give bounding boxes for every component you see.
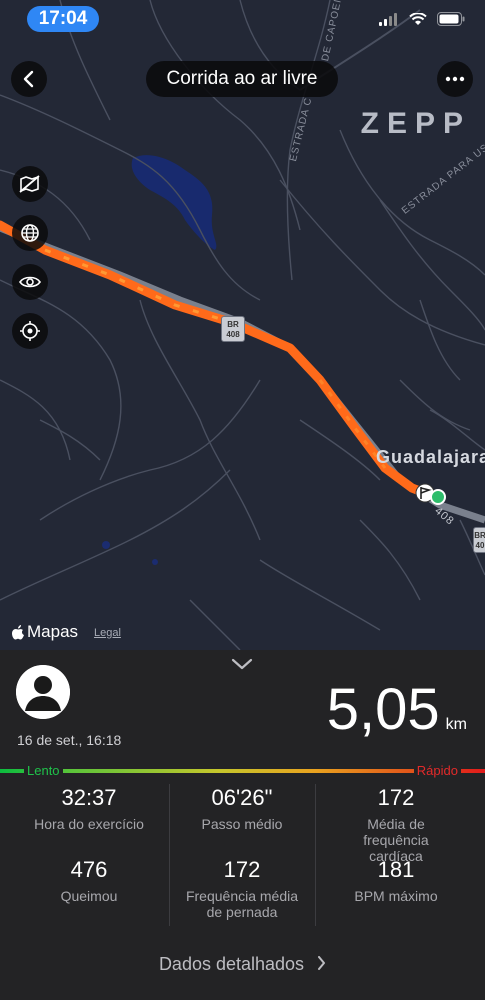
workout-summary-panel: 16 de set., 16:18 5,05 km Lento Rápido 3… <box>0 650 485 1000</box>
legal-link[interactable]: Legal <box>94 627 121 639</box>
locate-button[interactable] <box>12 313 48 349</box>
stat-value: 476 <box>70 857 108 882</box>
highway <box>0 224 485 524</box>
stat-calories-burned: 476 Queimou <box>9 856 169 904</box>
apple-logo-icon <box>12 624 24 639</box>
eye-icon <box>19 276 41 288</box>
chevron-left-icon <box>23 70 34 88</box>
status-time: 17:04 <box>27 6 99 32</box>
pace-scale: Lento Rápido <box>0 764 485 778</box>
stat-value: 32:37 <box>61 785 117 810</box>
stat-label: Queimou <box>60 888 118 904</box>
stat-average-heart-rate: 172 Média de frequência cardíaca <box>316 784 476 864</box>
pace-fast-label: Rápido <box>413 764 461 778</box>
battery-icon <box>437 12 465 26</box>
stat-label: BPM máximo <box>354 888 438 904</box>
collapse-chevron-down-icon[interactable] <box>231 658 253 670</box>
cellular-signal-icon <box>379 12 397 26</box>
stat-value: 172 <box>377 785 415 810</box>
stat-value: 172 <box>223 857 261 882</box>
maps-attribution: Mapas <box>12 622 78 642</box>
visibility-button[interactable] <box>12 264 48 300</box>
chevron-right-icon <box>318 956 326 970</box>
pace-gradient-bar <box>0 769 485 773</box>
map-layers-off-icon <box>19 175 40 193</box>
pace-slow-label: Lento <box>24 764 63 778</box>
detailed-data-label: Dados detalhados <box>158 954 305 974</box>
stat-value: 06'26" <box>211 785 273 810</box>
highway-shield-br408: BR 408 <box>221 316 245 342</box>
route-map[interactable]: ESTRADA C DE CAPOEIRA ESTRADA PARA USINA… <box>0 0 485 650</box>
end-point-icon <box>430 489 446 505</box>
activity-title: Corrida ao ar livre <box>146 61 338 97</box>
distance-unit: km <box>445 716 467 733</box>
stat-exercise-time: 32:37 Hora do exercício <box>9 784 169 832</box>
highway-shield-br40: BR 40 <box>473 527 485 553</box>
stat-average-pace: 06'26" Passo médio <box>162 784 322 832</box>
stat-label: Frequência média de pernada <box>185 888 299 920</box>
stat-value: 181 <box>377 857 415 882</box>
workout-date: 16 de set., 16:18 <box>17 732 122 748</box>
avatar[interactable] <box>16 665 70 719</box>
status-bar: 17:04 <box>0 0 485 40</box>
city-label: Guadalajara <box>376 447 485 467</box>
more-options-button[interactable] <box>437 61 473 97</box>
route-line <box>0 220 430 498</box>
wifi-icon <box>409 12 427 25</box>
more-dots-icon <box>445 76 465 82</box>
detailed-data-link[interactable]: Dados detalhados <box>0 954 485 975</box>
stats-grid: 32:37 Hora do exercício 06'26" Passo méd… <box>0 784 485 926</box>
map-layers-toggle-button[interactable] <box>12 166 48 202</box>
locate-icon <box>20 321 40 341</box>
distance-value: 5,05 <box>326 677 440 742</box>
maps-attribution-text: Mapas <box>27 622 79 641</box>
zepp-logo: ZEPP <box>360 107 471 140</box>
user-silhouette-icon <box>16 665 70 719</box>
distance-display: 5,05 km <box>327 676 467 743</box>
back-button[interactable] <box>11 61 47 97</box>
globe-button[interactable] <box>12 215 48 251</box>
globe-icon <box>21 224 39 242</box>
stat-average-cadence: 172 Frequência média de pernada <box>162 856 322 920</box>
stat-max-bpm: 181 BPM máximo <box>316 856 476 904</box>
stat-label: Hora do exercício <box>34 816 144 832</box>
stat-label: Passo médio <box>201 816 283 832</box>
